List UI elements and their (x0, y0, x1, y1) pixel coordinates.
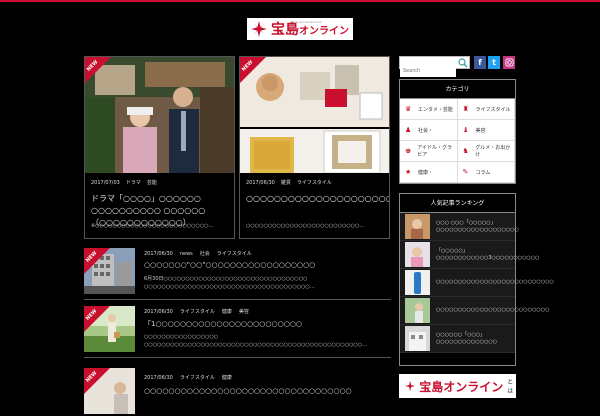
logo-tagline: takarajimashaonline (291, 20, 322, 24)
category-list: ♛ エンタメ・芸能 ♜ ライフスタイル ♟ 社会・ ♝ 美容 ♚ アイドル・グラビア ♞ グ… (400, 99, 515, 183)
facebook-icon[interactable]: f (474, 56, 486, 69)
article-title[interactable]: ○○○○○○○○○○○○○○○○○○○○○○○○○○○○○○○○○○ (144, 387, 390, 395)
article-title[interactable]: 「1○○○○○○○○○○○○○○○○○○○○○○○○ (144, 319, 390, 329)
ranking-title: 「○○○○○」○○○○○○○○○○○○3○○○○○○○○○○○ (436, 247, 540, 261)
article-meta: 2017/06/30 ライフスタイル 健康 (144, 375, 232, 381)
ranking-thumbnail (405, 270, 430, 295)
category-idol[interactable]: ♚ アイドル・グラビア (400, 141, 458, 162)
instagram-glyph (504, 58, 514, 67)
article-excerpt: ※○○○○○○○○○○○○○○○○○○○○○○○○○○... (91, 223, 214, 229)
ranking-title: ○○○○○○○○○○○○○○○○○○○○○○○○○○○ (436, 279, 554, 285)
header-accent-line (0, 0, 600, 2)
people-icon: ♟ (405, 125, 412, 134)
category-society[interactable]: ♟ 社会・ (400, 120, 458, 141)
featured-article-2[interactable]: NEW 2017/06/30 雑貨 ライフスタイル ○○○○○○○○○○○○○○○○… (239, 56, 390, 239)
ranking-item[interactable]: ○○○ ○○○「○○○○○」○○○○○○○○○○○○○○○○○○○ (400, 213, 519, 241)
category-entertainment[interactable]: ♛ エンタメ・芸能 (400, 99, 458, 120)
ranking-thumbnail (405, 242, 430, 267)
ranking-item[interactable]: ○○○○○○○○○○○○○○○○○○○○○○○○○○○ (400, 269, 554, 297)
new-badge: NEW (84, 368, 110, 394)
twitter-icon[interactable]: t (488, 56, 500, 69)
search-box[interactable] (399, 56, 470, 77)
new-badge: NEW (85, 57, 111, 83)
featured-article-1[interactable]: NEW 2017/07/03 ドラマ 芸能 ドラマ「○○○○」○○○○○○ ○○○○… (84, 56, 235, 239)
ranking-title: ○○○○○○○○○○○○○○○○○○○○○○○○○○ (436, 307, 550, 313)
ranking-thumbnail (405, 298, 430, 323)
article-excerpt: ○○○○○○○○○○○○○○○○○○○○○○○○○○... (246, 223, 365, 229)
ranking-title: ○○○○○○「○○○」○○○○○○○○○○○○○○ (436, 331, 498, 345)
ranking-item[interactable]: 「○○○○○」○○○○○○○○○○○○3○○○○○○○○○○○ (400, 241, 540, 269)
site-logo[interactable]: 宝島オンライン takarajimashaonline (247, 18, 353, 40)
new-badge: NEW (84, 306, 110, 332)
article-meta: 2017/07/03 ドラマ 芸能 (91, 180, 157, 186)
article-meta: 2017/06/30 雑貨 ライフスタイル (246, 180, 332, 186)
ranking-item[interactable]: ○○○○○○「○○○」○○○○○○○○○○○○○○ (400, 325, 515, 353)
instagram-icon[interactable] (503, 56, 515, 69)
about-banner[interactable]: 宝島オンライン とは (399, 374, 516, 398)
article-excerpt: 6月30日○○○○○○○○○○○○○○○○○○○○○○○○○○○○○○○○○ ○… (144, 276, 315, 290)
ranking-list: ○○○ ○○○「○○○○○」○○○○○○○○○○○○○○○○○○○ 「○○○○○… (400, 213, 554, 353)
search-icon[interactable] (458, 58, 468, 68)
category-heading: カテゴリ (400, 80, 515, 99)
article-meta: 2017/06/30 news 社会 ライフスタイル (144, 251, 252, 257)
category-box: カテゴリ ♛ エンタメ・芸能 ♜ ライフスタイル ♟ 社会・ ♝ 美容 ♚ アイドル・グラ… (399, 79, 516, 184)
star-icon: ★ (405, 167, 412, 176)
about-suffix: とは (507, 379, 514, 395)
article-excerpt: ○○○○○○○○○○○○○○○○○ ○○○○○○○○○○○○○○○○○○○○○○… (144, 334, 367, 348)
category-health[interactable]: ★ 健康・ (400, 162, 458, 183)
fork-knife-icon: ♞ (462, 146, 469, 155)
about-brand: 宝島オンライン (419, 379, 504, 394)
ranking-thumbnail (405, 214, 430, 239)
star-logo-icon (251, 21, 267, 37)
article-title[interactable]: ○○○○○○○"○○"○○○○○○○○○○○○○○○○○○ (144, 261, 390, 269)
category-column[interactable]: ✎ コラム (457, 162, 515, 183)
list-item[interactable]: NEW 2017/06/30 news 社会 ライフスタイル ○○○○○○○"○○"○… (84, 244, 391, 300)
list-item[interactable]: NEW 2017/06/30 ライフスタイル 健康 美容 「1○○○○○○○○○○○○… (84, 302, 391, 358)
ranking-thumbnail (405, 326, 430, 351)
ranking-item[interactable]: ○○○○○○○○○○○○○○○○○○○○○○○○○○ (400, 297, 550, 325)
search-input[interactable] (400, 65, 456, 77)
new-badge: NEW (84, 248, 110, 274)
pencil-icon: ✎ (462, 167, 469, 176)
star-person-icon: ♛ (405, 104, 412, 113)
new-badge: NEW (240, 57, 266, 83)
category-lifestyle[interactable]: ♜ ライフスタイル (457, 99, 515, 120)
lipstick-icon: ♝ (462, 125, 469, 134)
ranking-heading: 人気記事ランキング (400, 194, 515, 213)
bottle-icon: ♜ (462, 104, 469, 113)
ranking-box: 人気記事ランキング ○○○ ○○○「○○○○○」○○○○○○○○○○○○○○○○… (399, 193, 554, 366)
star-logo-icon (405, 380, 416, 392)
list-item[interactable]: NEW 2017/06/30 ライフスタイル 健康 ○○○○○○○○○○○○○○○○… (84, 360, 391, 416)
article-meta: 2017/06/30 ライフスタイル 健康 美容 (144, 309, 249, 315)
category-gourmet[interactable]: ♞ グルメ・お出かけ (457, 141, 515, 162)
category-beauty[interactable]: ♝ 美容 (457, 120, 515, 141)
camera-icon: ♚ (405, 146, 412, 155)
article-title[interactable]: ○○○○○○○○○○○○○○○○○○○○○○○○○○○○○○○○○○○○ (246, 193, 389, 205)
ranking-title: ○○○ ○○○「○○○○○」○○○○○○○○○○○○○○○○○○○ (436, 219, 519, 233)
